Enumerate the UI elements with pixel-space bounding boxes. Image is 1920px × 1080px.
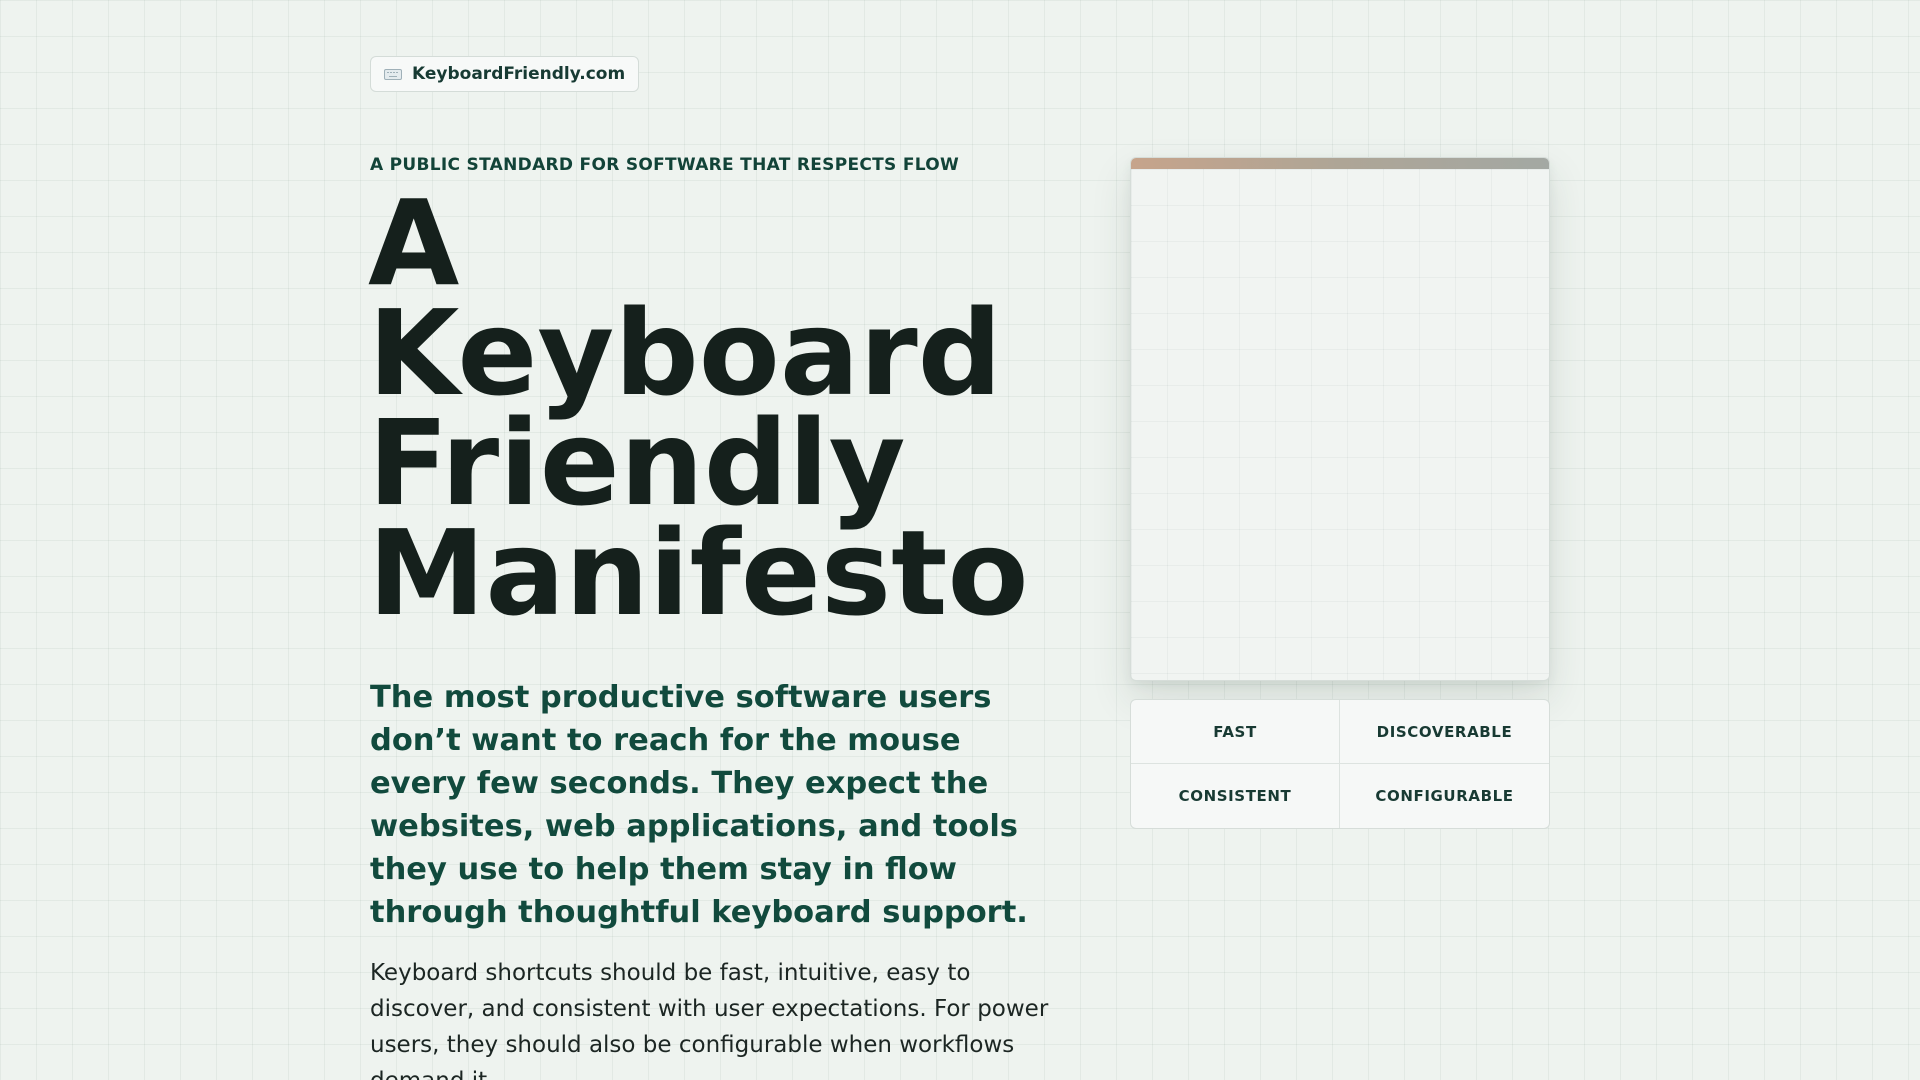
preview-panel-accent-bar [1131,158,1549,169]
principles-grid: FAST DISCOVERABLE CONSISTENT CONFIGURABL… [1130,699,1550,829]
page-title-line: Friendly [368,394,906,532]
hero-body: Keyboard shortcuts should be fast, intui… [370,960,1049,1080]
site-brand-link[interactable]: KeyboardFriendly.com [370,56,640,92]
page-title-line: Manifesto [368,504,1029,642]
principle-configurable: CONFIGURABLE [1375,787,1514,805]
hero-lede: The most productive software users don’t… [370,680,1028,930]
principle-discoverable: DISCOVERABLE [1340,700,1549,764]
preview-panel [1130,157,1550,681]
principle-consistent: CONSISTENT [1131,764,1340,828]
keyboard-icon [384,68,402,80]
page-title: A Keyboard Friendly Manifesto [368,174,1068,642]
principle-fast: FAST [1131,700,1340,764]
brand-name: KeyboardFriendly.com [412,64,626,84]
page-title-line: A [368,174,460,312]
preview-panel-body [1131,169,1549,680]
hero-eyebrow: A PUBLIC STANDARD FOR SOFTWARE THAT RESP… [370,155,960,175]
page-title-line: Keyboard [368,284,1003,422]
